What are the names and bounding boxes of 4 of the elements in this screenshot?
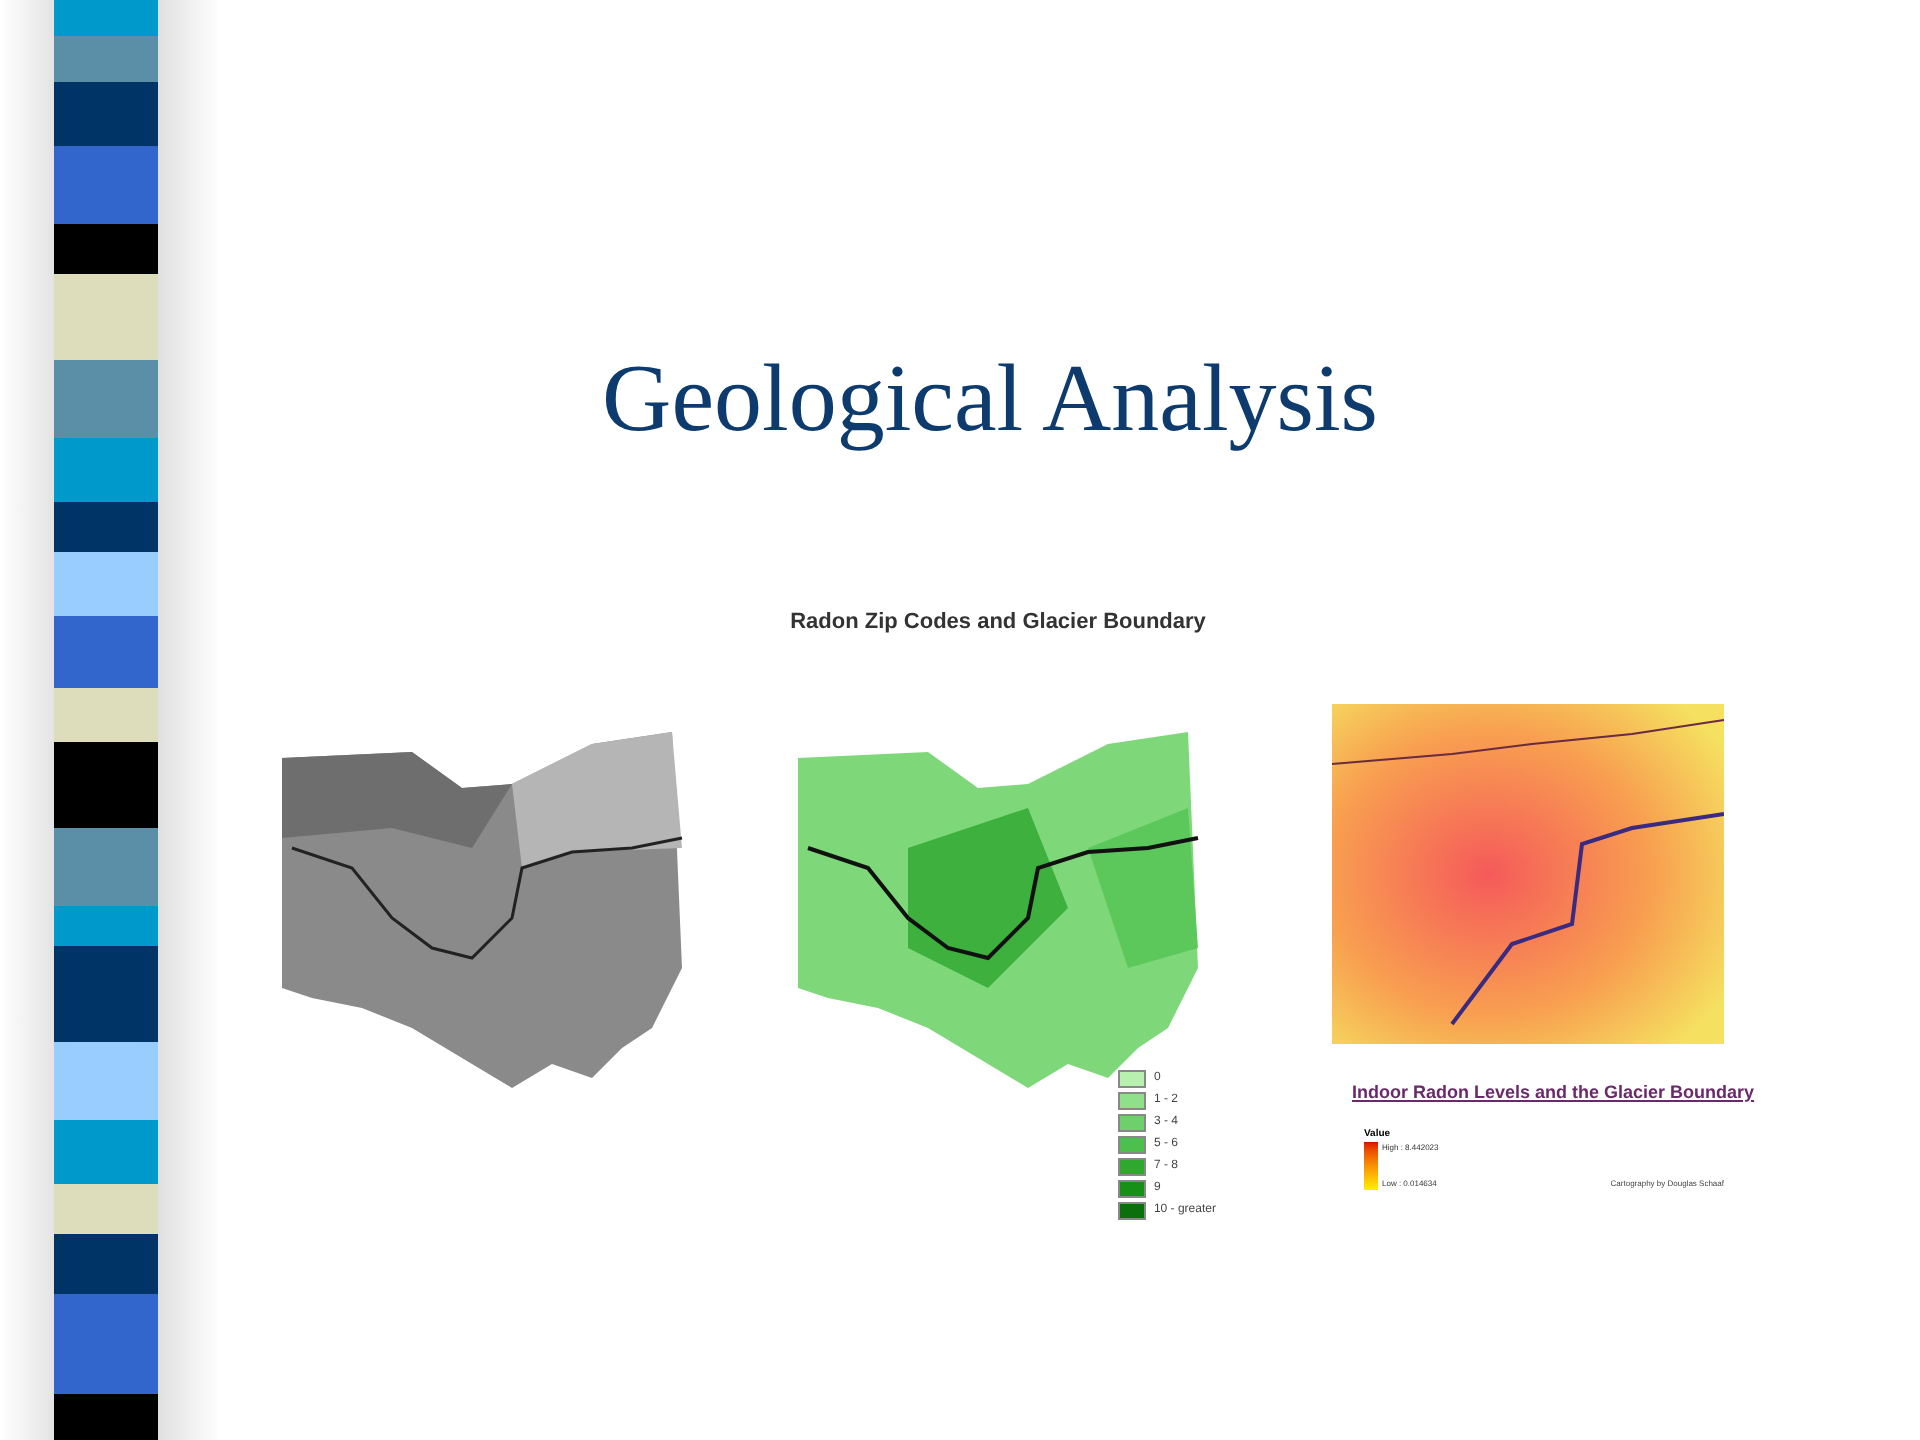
slide-title: Geological Analysis — [600, 344, 1380, 456]
map-title: Radon Zip Codes and Glacier Boundary — [790, 608, 1206, 638]
map-title: Indoor Radon Levels and the Glacier Boundary — [1352, 1080, 1755, 1106]
color-ramp — [1364, 1142, 1378, 1190]
